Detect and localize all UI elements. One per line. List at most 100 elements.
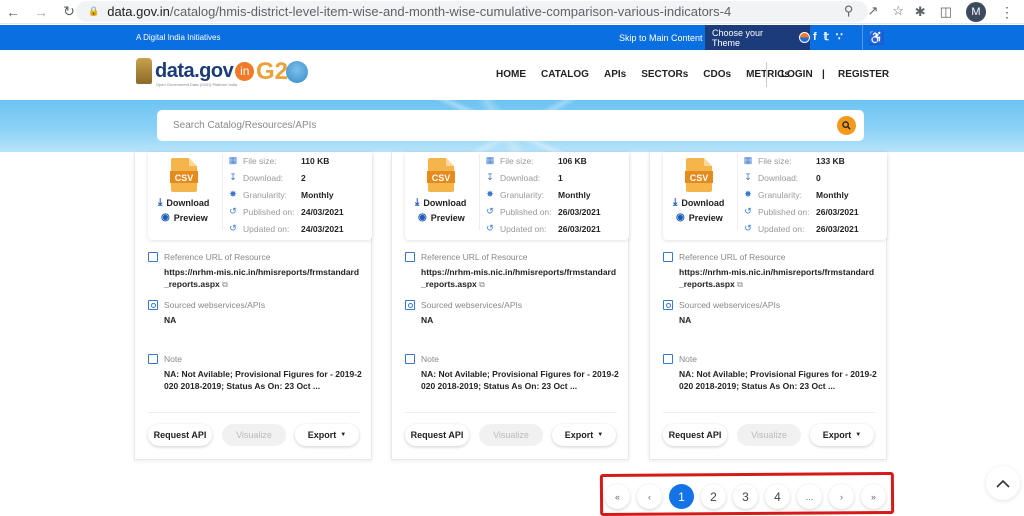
twitter-icon[interactable]: 𝕥 <box>824 30 829 43</box>
forward-icon[interactable]: → <box>30 4 52 20</box>
logo-text: data.gov <box>155 59 234 82</box>
download-icon: ⤓ <box>415 197 420 208</box>
granularity-value: Monthly <box>558 189 591 200</box>
auth-separator: | <box>822 69 825 80</box>
download-link[interactable]: ⤓ Download <box>415 197 466 208</box>
reference-url-value: https://nrhm-mis.nic.in/hmisreports/frms… <box>421 267 617 289</box>
visualize-button[interactable]: Visualize <box>479 424 543 446</box>
resource-card: CSV ⤓ Download ◉ Preview ▦ File size: 133 KB… <box>649 152 887 460</box>
download-link[interactable]: ⤓ Download <box>673 197 724 208</box>
published-value: 26/03/2021 <box>558 206 601 217</box>
nav-apis[interactable]: APIs <box>604 69 626 80</box>
file-size-label: File size: <box>758 155 792 166</box>
file-size-icon: ▦ <box>743 155 753 165</box>
nav-catalog[interactable]: CATALOG <box>541 69 589 80</box>
sourced-apis-section: Sourced webservices/APIs NA <box>405 300 620 326</box>
divider <box>405 412 617 413</box>
share-icon[interactable]: ↗ <box>867 3 878 19</box>
back-icon[interactable]: ← <box>2 4 24 20</box>
csv-file-icon: CSV <box>170 158 198 192</box>
file-size-value: 110 KB <box>301 155 330 166</box>
last-page-button[interactable]: » <box>861 484 886 509</box>
extensions-icon[interactable]: ✱ <box>915 4 926 20</box>
prev-page-button[interactable]: ‹ <box>637 484 662 509</box>
request-api-label: Request API <box>153 430 207 440</box>
search-input[interactable] <box>173 120 813 131</box>
bookmark-star-icon[interactable]: ☆ <box>892 3 904 19</box>
file-size-icon: ▦ <box>228 155 238 165</box>
export-dropdown-button[interactable]: Export ▼ <box>295 424 359 446</box>
note-section: Note NA: Not Avilable; Provisional Figur… <box>663 354 878 392</box>
download-count-label: Download: <box>500 172 541 183</box>
request-api-label: Request API <box>410 430 464 440</box>
search-box <box>157 110 864 141</box>
divider <box>862 25 863 50</box>
reference-url-link[interactable]: https://nrhm-mis.nic.in/hmisreports/frms… <box>421 266 620 291</box>
preview-link[interactable]: ◉ Preview <box>161 212 208 223</box>
export-dropdown-button[interactable]: Export ▼ <box>810 424 874 446</box>
link-icon <box>663 252 673 262</box>
resource-card: CSV ⤓ Download ◉ Preview ▦ File size: 110 KB… <box>134 152 372 460</box>
download-count-label: Download: <box>243 172 284 183</box>
sidepanel-icon[interactable]: ◫ <box>940 4 952 20</box>
granularity-label: Granularity: <box>758 189 802 200</box>
next-page-button[interactable]: › <box>829 484 854 509</box>
ellipsis-button[interactable]: ... <box>797 484 822 509</box>
page-4-button[interactable]: 4 <box>765 484 790 509</box>
reference-url-section: Reference URL of Resource https://nrhm-m… <box>663 252 878 291</box>
caret-down-icon: ▼ <box>597 432 604 438</box>
download-label: Download <box>681 197 725 208</box>
nav-cdos[interactable]: CDOs <box>703 69 731 80</box>
search-button[interactable] <box>837 116 856 135</box>
site-logo[interactable]: data.gov in Open Government Data (OGD) P… <box>136 58 255 87</box>
preview-link[interactable]: ◉ Preview <box>676 212 723 223</box>
resource-summary: CSV ⤓ Download ◉ Preview ▦ File size: 106 KB… <box>405 152 629 240</box>
note-section: Note NA: Not Avilable; Provisional Figur… <box>405 354 620 392</box>
rss-icon[interactable]: ∵ <box>836 30 843 43</box>
note-label: Note <box>164 354 182 364</box>
g20-text: G2 <box>256 58 289 85</box>
accessibility-icon[interactable]: ♿ <box>868 30 884 46</box>
visualize-button[interactable]: Visualize <box>737 424 801 446</box>
export-dropdown-button[interactable]: Export ▼ <box>552 424 616 446</box>
download-link[interactable]: ⤓ Download <box>158 197 209 208</box>
reference-url-label: Reference URL of Resource <box>164 252 271 262</box>
first-page-button[interactable]: « <box>605 484 630 509</box>
reference-url-link[interactable]: https://nrhm-mis.nic.in/hmisreports/frms… <box>164 266 363 291</box>
download-count-value: 0 <box>816 172 821 183</box>
login-link[interactable]: LOGIN <box>781 69 813 80</box>
download-label: Download <box>423 197 467 208</box>
page-3-button[interactable]: 3 <box>733 484 758 509</box>
preview-link[interactable]: ◉ Preview <box>418 212 465 223</box>
reference-url-link[interactable]: https://nrhm-mis.nic.in/hmisreports/frms… <box>679 266 878 291</box>
request-api-button[interactable]: Request API <box>405 424 469 446</box>
eye-icon: ◉ <box>161 212 170 223</box>
facebook-icon[interactable]: f <box>813 31 817 43</box>
request-api-button[interactable]: Request API <box>148 424 212 446</box>
csv-file-icon: CSV <box>685 158 713 192</box>
nav-home[interactable]: HOME <box>496 69 526 80</box>
menu-kebab-icon[interactable]: ⋮ <box>1000 4 1014 21</box>
eye-icon: ◉ <box>418 212 427 223</box>
skip-to-main-link[interactable]: Skip to Main Content <box>619 33 703 43</box>
zoom-icon[interactable]: ⚲ <box>844 3 854 19</box>
address-bar[interactable]: 🔒 data.gov.in/catalog/hmis-district-leve… <box>76 1 868 22</box>
file-size-label: File size: <box>243 155 277 166</box>
link-icon <box>405 252 415 262</box>
history-icon: ↺ <box>744 223 752 233</box>
sourced-apis-value: NA <box>679 315 692 325</box>
page-2-button[interactable]: 2 <box>701 484 726 509</box>
api-icon <box>148 300 158 310</box>
note-icon <box>663 354 673 364</box>
sourced-apis-section: Sourced webservices/APIs NA <box>148 300 363 326</box>
scroll-to-top-button[interactable] <box>986 466 1020 500</box>
register-link[interactable]: REGISTER <box>838 69 889 80</box>
theme-chooser[interactable]: Choose your Theme <box>705 25 810 50</box>
page-1-button[interactable]: 1 <box>669 484 694 509</box>
visualize-button[interactable]: Visualize <box>222 424 286 446</box>
nav-sectors[interactable]: SECTORs <box>641 69 688 80</box>
request-api-label: Request API <box>668 430 722 440</box>
profile-avatar[interactable]: M <box>966 2 986 22</box>
preview-label: Preview <box>430 212 465 223</box>
request-api-button[interactable]: Request API <box>663 424 727 446</box>
